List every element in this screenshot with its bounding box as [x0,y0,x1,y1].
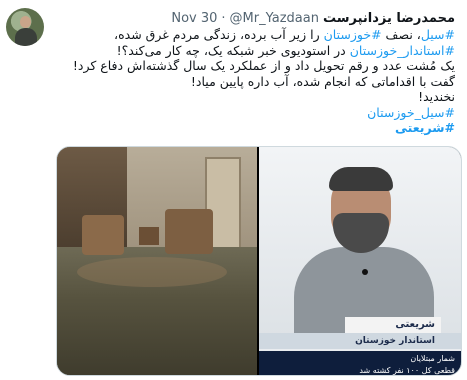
tweet-line: یک مُشت عدد و رقم تحویل داد و از عملکرد … [35,58,455,74]
person-hair [329,167,393,191]
text-segment: در استودیوی خبر شبکه یک، چه کار می‌کند؟! [116,42,350,58]
hashtag-link[interactable]: #سیل [421,27,455,42]
tweet-date[interactable]: Nov 30 [171,11,217,26]
ticker-line: قطعی کل ۱۰۰ نفر کشته شد [359,366,455,375]
tweet-header: محمدرضا یزدانپرست @Mr_Yazdaan · Nov 30 [171,8,455,28]
display-name[interactable]: محمدرضا یزدانپرست [323,11,455,26]
separator-dot: · [221,10,226,26]
tweet-line: نخندید! [35,89,455,105]
photo-reflection [77,257,227,287]
avatar-body [15,28,37,46]
photo-armchair [82,215,124,255]
tweet-line: #استاندار_خوزستان در استودیوی خبر شبکه ی… [35,43,455,59]
hashtag-link[interactable]: #شریعتی [395,120,455,135]
avatar-head [20,16,31,28]
user-handle[interactable]: @Mr_Yazdaan [230,11,319,26]
hashtag-link[interactable]: #استاندار_خوزستان [350,43,455,58]
text-segment: گفت با اقداماتی که انجام شده، آب داره پا… [190,73,455,89]
ticker-line: شمار مبتلایان [410,354,455,363]
photo-table [139,227,159,245]
lapel-mic [362,269,368,275]
tv-lower-third: شریعتی استاندار خوزستان شمار مبتلایان قط… [259,317,461,375]
tv-news-ticker: شمار مبتلایان قطعی کل ۱۰۰ نفر کشته شد [259,351,461,375]
tweet-line: #سیل_خوزستان [35,105,455,121]
flooded-room-photo[interactable] [57,147,257,375]
tv-interview-photo[interactable]: شریعتی استاندار خوزستان شمار مبتلایان قط… [259,147,461,375]
hashtag-link[interactable]: #سیل_خوزستان [367,105,455,120]
tweet-line: #سیل، نصف #خوزستان را زیر آب برده، زندگی… [35,27,455,43]
tweet-text: #سیل، نصف #خوزستان را زیر آب برده، زندگی… [35,27,455,136]
tv-name-caption: شریعتی [345,317,441,333]
hashtag-link[interactable]: #خوزستان [324,27,382,42]
tweet[interactable]: محمدرضا یزدانپرست @Mr_Yazdaan · Nov 30 #… [0,0,467,380]
tv-title-caption: استاندار خوزستان [259,333,461,349]
tweet-media[interactable]: شریعتی استاندار خوزستان شمار مبتلایان قط… [56,146,462,376]
tweet-line: #شریعتی [35,120,455,136]
text-segment: را زیر آب برده، زندگی مردم غرق شده، [114,27,324,42]
text-segment: نخندید! [418,89,455,104]
text-segment: ، نصف [381,27,421,42]
text-segment: یک مُشت عدد و رقم تحویل داد و از عملکرد … [72,58,455,73]
tweet-line: گفت با اقداماتی که انجام شده، آب داره پا… [35,74,455,90]
photo-armchair [165,209,213,254]
